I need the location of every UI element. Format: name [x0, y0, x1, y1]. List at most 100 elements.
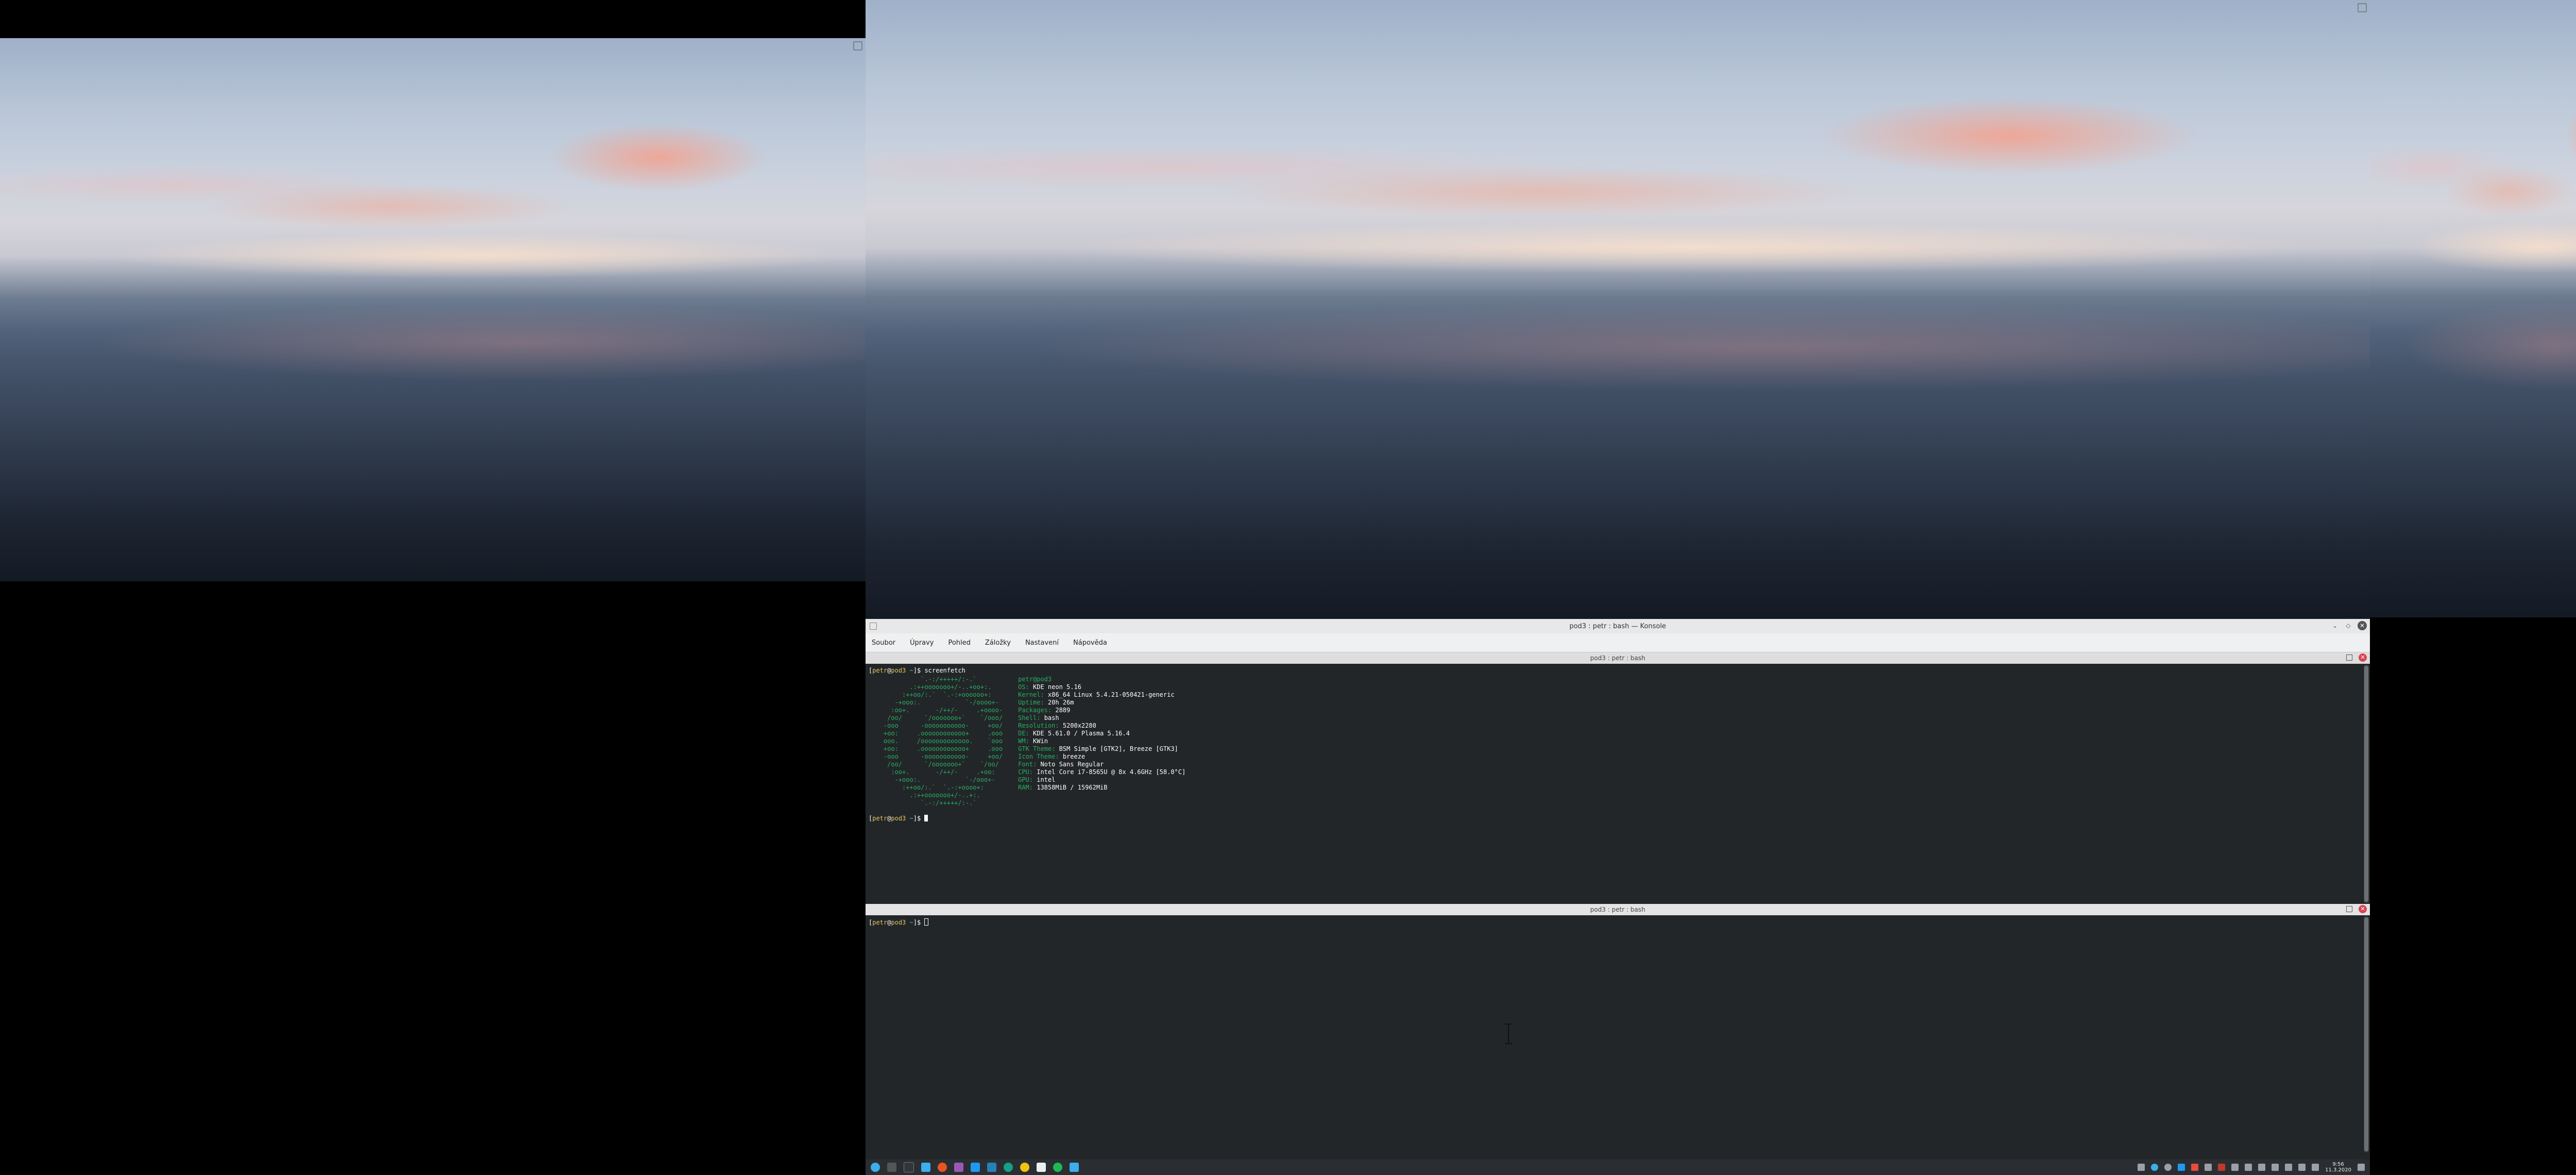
ascii-line: /oo/ `/ooooooo+` `/oo/: [869, 761, 999, 768]
desktop-corner-icon[interactable]: [2358, 3, 2367, 12]
info-key: DE:: [1018, 730, 1029, 737]
tray-expand-icon[interactable]: [2312, 1164, 2319, 1171]
prompt-user: petr: [872, 667, 888, 674]
ascii-line: -ooo -ooooooooooo- +oo/: [869, 753, 1003, 760]
info-value: breeze: [1062, 753, 1086, 760]
terminal-cursor: [924, 918, 929, 926]
info-key: RAM:: [1018, 784, 1033, 791]
editor-icon[interactable]: [971, 1163, 980, 1172]
scrollbar[interactable]: [2364, 916, 2369, 1152]
info-value: 13858MiB / 15962MiB: [1037, 784, 1108, 791]
prompt-user: petr: [872, 815, 888, 822]
info-row: CPU: Intel Core i7-8565U @ 8x 4.6GHz [58…: [1018, 768, 1185, 776]
info-row: OS: KDE neon 5.16: [1018, 683, 1185, 691]
scrollbar-thumb[interactable]: [2364, 917, 2368, 1151]
notes-icon[interactable]: [1037, 1163, 1046, 1172]
tray-icon[interactable]: [2138, 1164, 2145, 1171]
close-icon[interactable]: ✕: [2358, 621, 2367, 630]
network-icon[interactable]: [2258, 1164, 2266, 1171]
terminal-pane-bottom[interactable]: [petr@pod3 ~]$: [866, 915, 2370, 1153]
info-key: Font:: [1018, 761, 1037, 768]
scrollbar-thumb[interactable]: [2364, 666, 2368, 902]
konsole-task-icon[interactable]: [1070, 1163, 1079, 1172]
menu-view[interactable]: Pohled: [948, 639, 970, 647]
info-value: 2889: [1055, 707, 1071, 714]
pane-maximize-icon[interactable]: [2346, 906, 2352, 912]
minimize-icon[interactable]: ⌄: [2331, 622, 2339, 630]
window-menu-icon[interactable]: [870, 623, 877, 630]
wallpaper-right: [2370, 0, 2576, 617]
info-key: Uptime:: [1018, 699, 1044, 706]
clock-time: 9:56: [2332, 1162, 2344, 1167]
pane-close-icon[interactable]: ✕: [2359, 653, 2367, 662]
info-value: Intel Core i7-8565U @ 8x 4.6GHz [58.0°C]: [1037, 768, 1186, 776]
konsole-window[interactable]: pod3 : petr : bash — Konsole ⌄ ◇ ✕ Soubo…: [866, 619, 2370, 1165]
prompt-host: pod3: [891, 815, 906, 822]
ascii-line: .:++ooooooo+/-..+:.: [869, 792, 980, 799]
spotify-icon[interactable]: [1053, 1163, 1062, 1172]
application-launcher-icon[interactable]: [871, 1163, 880, 1172]
tray-icon[interactable]: [2231, 1164, 2239, 1171]
ascii-line: -+ooo:. `-/ooo+-: [869, 776, 995, 783]
ascii-line: .:++ooooooo+/-..+oo+:.: [869, 683, 992, 691]
menu-bookmarks[interactable]: Záložky: [985, 639, 1011, 647]
pager-icon[interactable]: [887, 1163, 896, 1172]
ascii-line: :oo+. -/++/- .+oooo-: [869, 707, 1003, 714]
tray-icon[interactable]: [2151, 1164, 2159, 1171]
menu-settings[interactable]: Nastavení: [1025, 639, 1059, 647]
media-player-icon[interactable]: [954, 1163, 963, 1172]
show-desktop-icon[interactable]: [2358, 1164, 2365, 1171]
browser-icon[interactable]: [938, 1163, 947, 1172]
settings-app-icon[interactable]: [1004, 1163, 1013, 1172]
ascii-line: /oo/ `/ooooooo+` `/ooo/: [869, 714, 1003, 721]
maximize-icon[interactable]: ◇: [2344, 622, 2352, 630]
terminal-app-icon[interactable]: [904, 1162, 914, 1172]
file-manager-icon[interactable]: [921, 1163, 930, 1172]
bluetooth-icon[interactable]: [2272, 1164, 2279, 1171]
info-value: bash: [1044, 714, 1059, 721]
info-value: BSM Simple [GTK2], Breeze [GTK3]: [1059, 745, 1178, 752]
terminal-pane-top[interactable]: [petr@pod3 ~]$ screenfetch `.-:/+++++/:-…: [866, 664, 2370, 904]
keyboard-layout-icon[interactable]: [2218, 1164, 2226, 1171]
menu-edit[interactable]: Úpravy: [910, 639, 934, 647]
tray-icon[interactable]: [2191, 1164, 2199, 1171]
info-key: Kernel:: [1018, 691, 1044, 698]
info-row: Kernel: x86_64 Linux 5.4.21-050421-gener…: [1018, 691, 1185, 699]
pane-title: pod3 : petr : bash: [1590, 906, 1646, 913]
software-center-icon[interactable]: [987, 1163, 996, 1172]
digital-clock[interactable]: 9:56 11.3.2020: [2325, 1162, 2351, 1173]
info-row: Font: Noto Sans Regular: [1018, 761, 1185, 768]
prompt-path: ~: [909, 667, 913, 674]
info-key: Packages:: [1018, 707, 1052, 714]
desktop-corner-icon[interactable]: [853, 41, 862, 51]
info-key: OS:: [1018, 683, 1029, 691]
menu-file[interactable]: Soubor: [872, 639, 895, 647]
command-text: screenfetch: [924, 667, 965, 674]
ascii-line: +oo: .oooooooooooo+ .ooo: [869, 745, 1003, 752]
info-key: CPU:: [1018, 768, 1033, 776]
volume-icon[interactable]: [2245, 1164, 2252, 1171]
battery-icon[interactable]: [2285, 1164, 2293, 1171]
tray-icon[interactable]: [2178, 1164, 2185, 1171]
prompt-host: pod3: [891, 919, 906, 926]
info-value: Noto Sans Regular: [1040, 761, 1104, 768]
pane-close-icon[interactable]: ✕: [2359, 905, 2367, 913]
info-value: x86_64 Linux 5.4.21-050421-generic: [1047, 691, 1175, 698]
info-key: Shell:: [1018, 714, 1041, 721]
ascii-line: `.-:/+++++/:-.`: [869, 799, 977, 807]
konsole-titlebar[interactable]: pod3 : petr : bash — Konsole ⌄ ◇ ✕: [866, 619, 2370, 633]
chrome-icon[interactable]: [1020, 1163, 1029, 1172]
ascii-art: `.-:/+++++/:-.` .:++ooooooo+/-..+oo+:. :…: [869, 676, 1003, 807]
ascii-line: :oo+. -/++/- .+oo:: [869, 768, 995, 776]
tray-icon[interactable]: [2164, 1164, 2172, 1171]
ascii-line: -+ooo:. `-/oooo+-: [869, 699, 999, 706]
tray-icon[interactable]: [2205, 1164, 2212, 1171]
notifications-icon[interactable]: [2298, 1164, 2306, 1171]
scrollbar[interactable]: [2364, 665, 2369, 903]
ascii-line: +oo: .oooooooooooo+ .ooo: [869, 730, 1003, 737]
pane-maximize-icon[interactable]: [2346, 654, 2352, 661]
info-value: intel: [1037, 776, 1056, 783]
taskbar: 9:56 11.3.2020: [866, 1160, 2370, 1175]
menu-help[interactable]: Nápověda: [1073, 639, 1107, 647]
window-title: pod3 : petr : bash — Konsole: [1569, 622, 1666, 630]
